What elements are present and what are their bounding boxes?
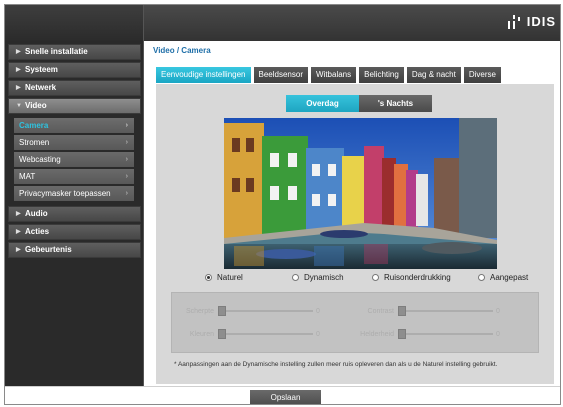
slider-track[interactable] [218,306,313,316]
chevron-right-icon: › [125,139,128,146]
radio-label: Aangepast [490,273,529,282]
sidebar-item-acties[interactable]: ▶ Acties [8,224,141,240]
sidebar-item-netwerk[interactable]: ▶ Netwerk [8,80,141,96]
radio-unselected-icon [478,274,485,281]
preset-radio-group: Naturel Dynamisch Ruisonderdrukking Aang… [156,273,554,287]
top-bar-right: IDIS [144,5,560,41]
toggle-night-button[interactable]: 's Nachts [359,95,432,112]
chevron-right-icon: › [125,173,128,180]
tab-bar: Eenvoudige instellingen Beeldsensor Witb… [156,67,501,83]
radio-ruisonderdrukking[interactable]: Ruisonderdrukking [372,273,451,282]
radio-label: Ruisonderdrukking [384,273,451,282]
radio-label: Dynamisch [304,273,344,282]
chevron-right-icon: ▶ [16,85,21,91]
radio-label: Naturel [217,273,243,282]
slider-handle[interactable] [398,306,406,316]
idis-logo-icon [508,15,520,29]
slider-kleuren[interactable]: Kleuren 0 [172,329,320,339]
chevron-right-icon: ▶ [16,247,21,253]
submenu-item-label: MAT [19,172,36,181]
app-window: IDIS ▶ Snelle installatie ▶ Systeem ▶ Ne… [4,4,561,405]
submenu-item-camera[interactable]: Camera › [14,118,134,133]
radio-aangepast[interactable]: Aangepast [478,273,528,282]
sidebar-item-snelle-installatie[interactable]: ▶ Snelle installatie [8,44,141,60]
sidebar-item-gebeurtenis[interactable]: ▶ Gebeurtenis [8,242,141,258]
main-panel: Video / Camera Eenvoudige instellingen B… [144,41,560,386]
radio-unselected-icon [292,274,299,281]
slider-label: Helderheid [360,330,394,338]
day-night-toggle: Overdag 's Nachts [286,95,432,112]
sidebar-item-label: Snelle installatie [25,47,88,56]
tab-diverse[interactable]: Diverse [463,67,501,83]
sidebar-item-label: Gebeurtenis [25,245,72,254]
chevron-right-icon: › [125,156,128,163]
slider-track[interactable] [398,329,493,339]
top-bar-left [5,5,144,41]
slider-value: 0 [496,307,500,315]
submenu-item-label: Privacymasker toepassen [19,189,111,198]
chevron-right-icon: ▶ [16,67,21,73]
slider-value: 0 [496,330,500,338]
radio-naturel[interactable]: Naturel [205,273,243,282]
sidebar-item-label: Audio [25,209,48,218]
slider-label: Contrast [367,307,394,315]
submenu-item-stromen[interactable]: Stromen › [14,135,134,150]
slider-contrast[interactable]: Contrast 0 [352,306,500,316]
radio-unselected-icon [372,274,379,281]
submenu-item-label: Stromen [19,138,50,147]
chevron-right-icon: › [125,190,128,197]
custom-sliders-panel: Scherpte 0 Contrast 0 Kleuren 0 Helderhe… [171,292,539,353]
chevron-down-icon: ▼ [16,103,22,109]
slider-track[interactable] [398,306,493,316]
chevron-right-icon: ▶ [16,49,21,55]
tab-dag-nacht[interactable]: Dag & nacht [406,67,461,83]
sidebar-item-label: Systeem [25,65,58,74]
slider-value: 0 [316,330,320,338]
tab-eenvoudige-instellingen[interactable]: Eenvoudige instellingen [156,67,251,83]
breadcrumb: Video / Camera [153,46,211,55]
top-bar: IDIS [5,5,560,41]
slider-scherpte[interactable]: Scherpte 0 [172,306,320,316]
info-note: * Aanpassingen aan de Dynamische instell… [174,361,498,368]
chevron-right-icon: ▶ [16,211,21,217]
slider-handle[interactable] [218,329,226,339]
idis-logo: IDIS [526,14,556,29]
radio-dynamisch[interactable]: Dynamisch [292,273,344,282]
slider-label: Kleuren [189,330,214,338]
sidebar-item-systeem[interactable]: ▶ Systeem [8,62,141,78]
submenu-item-webcasting[interactable]: Webcasting › [14,152,134,167]
slider-helderheid[interactable]: Helderheid 0 [352,329,500,339]
radio-selected-icon [205,274,212,281]
camera-preview-image [224,118,497,269]
submenu-item-mat[interactable]: MAT › [14,169,134,184]
settings-panel: Overdag 's Nachts Naturel Dynamisch Ruis… [156,84,554,384]
sidebar-item-video[interactable]: ▼ Video [8,98,141,114]
submenu-item-label: Webcasting [19,155,61,164]
sidebar-item-audio[interactable]: ▶ Audio [8,206,141,222]
save-button[interactable]: Opslaan [250,390,321,404]
toggle-day-button[interactable]: Overdag [286,95,359,112]
chevron-right-icon: › [125,122,128,129]
sidebar-item-label: Acties [25,227,50,236]
footer-bar: Opslaan [5,386,560,404]
submenu-item-label: Camera [19,121,49,130]
sidebar-item-label: Video [25,101,47,110]
chevron-right-icon: ▶ [16,229,21,235]
tab-belichting[interactable]: Belichting [359,67,404,83]
video-submenu: Camera › Stromen › Webcasting › MAT › Pr… [14,118,134,201]
sidebar: ▶ Snelle installatie ▶ Systeem ▶ Netwerk… [5,41,144,386]
slider-value: 0 [316,307,320,315]
tab-beeldsensor[interactable]: Beeldsensor [253,67,308,83]
slider-track[interactable] [218,329,313,339]
slider-label: Scherpte [185,307,214,315]
submenu-item-privacymasker[interactable]: Privacymasker toepassen › [14,186,134,201]
tab-witbalans[interactable]: Witbalans [311,67,357,83]
sidebar-item-label: Netwerk [25,83,57,92]
slider-handle[interactable] [218,306,226,316]
slider-handle[interactable] [398,329,406,339]
